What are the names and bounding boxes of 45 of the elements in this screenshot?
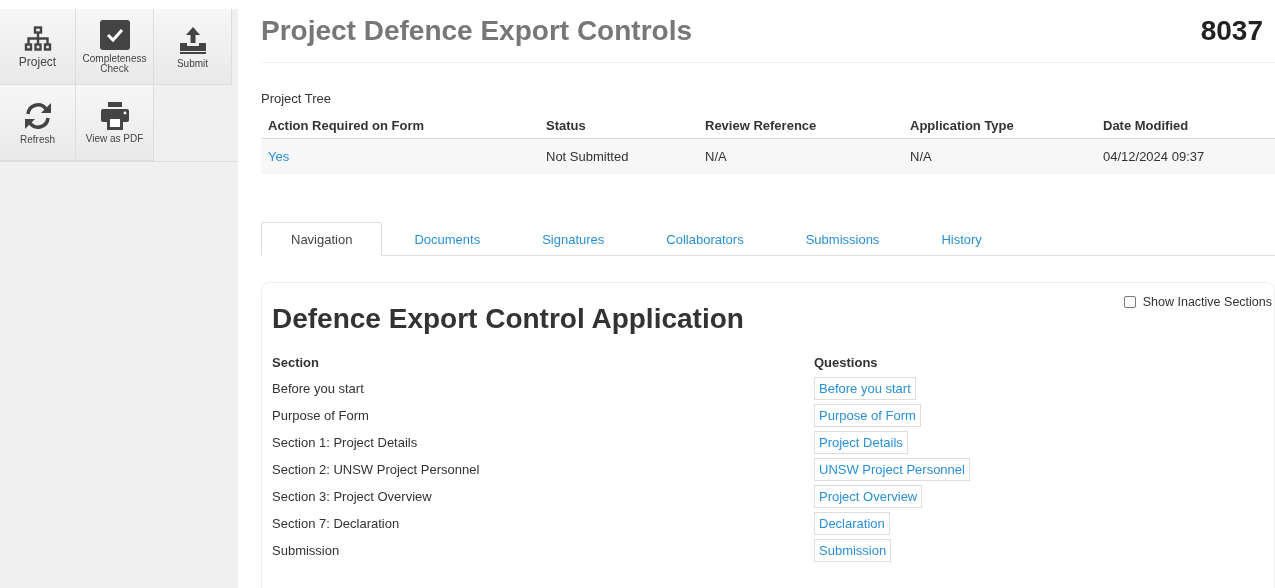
- questions-button[interactable]: UNSW Project Personnel: [814, 458, 970, 481]
- checkbox-icon: [99, 19, 130, 50]
- toolbar-button[interactable]: View as PDF: [76, 85, 154, 161]
- questions-button[interactable]: Declaration: [814, 512, 890, 535]
- table-cell-text: N/A: [910, 149, 933, 164]
- questions-button[interactable]: Submission: [814, 539, 892, 562]
- project-number: 8037: [1200, 15, 1263, 47]
- toolbar-button[interactable]: Project: [0, 9, 76, 85]
- questions-button[interactable]: Purpose of Form: [814, 404, 921, 427]
- tab[interactable]: Submissions: [775, 222, 910, 256]
- toolbar-button[interactable]: Refresh: [0, 85, 76, 161]
- table-cell-text: Not Submitted: [546, 149, 630, 164]
- action-link[interactable]: Yes: [268, 149, 546, 164]
- section-name: Before you start: [272, 381, 365, 396]
- questions-button[interactable]: Before you start: [814, 377, 916, 400]
- tab[interactable]: Navigation: [261, 222, 383, 256]
- section-name: Section 7: Declaration: [272, 516, 401, 531]
- column-header: Review Reference: [705, 117, 818, 133]
- page-title: Project Defence Export Controls: [261, 15, 692, 47]
- column-header: Action Required on Form: [268, 117, 425, 133]
- refresh-icon: [22, 100, 53, 131]
- column-header: Application Type: [910, 117, 1015, 133]
- tab[interactable]: Collaborators: [636, 222, 774, 256]
- column-header: Section: [272, 354, 320, 370]
- tab[interactable]: Documents: [384, 222, 511, 256]
- questions-button[interactable]: Project Overview: [814, 485, 923, 508]
- toolbar-button[interactable]: Submit: [154, 9, 232, 85]
- column-header: Status: [546, 117, 587, 133]
- table-cell-text: 04/12/2024 09:37: [1103, 149, 1206, 164]
- column-header: Date Modified: [1103, 117, 1190, 133]
- table-caption: Project Tree: [261, 91, 333, 106]
- tab[interactable]: Signatures: [512, 222, 635, 256]
- tab[interactable]: History: [911, 222, 1012, 256]
- section-name: Section 1: Project Details: [272, 435, 419, 450]
- section-name: Section 3: Project Overview: [272, 489, 433, 504]
- section-name: Section 2: UNSW Project Personnel: [272, 462, 481, 477]
- section-name: Submission: [272, 543, 341, 558]
- toolbar-button[interactable]: Completeness Check: [76, 9, 154, 85]
- section-name: Purpose of Form: [272, 408, 370, 423]
- printer-icon: [99, 101, 130, 130]
- form-title: Defence Export Control Application: [272, 303, 745, 335]
- questions-button[interactable]: Project Details: [814, 431, 908, 454]
- hierarchy-icon: [23, 25, 52, 52]
- table-cell-text: N/A: [705, 149, 728, 164]
- column-header: Questions: [814, 354, 878, 370]
